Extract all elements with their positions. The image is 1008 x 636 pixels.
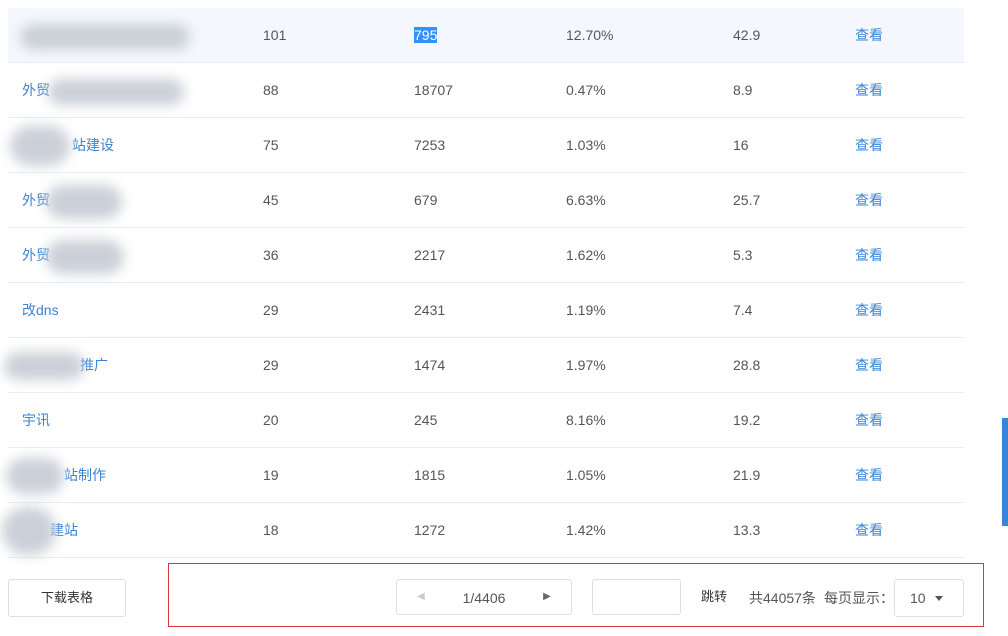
count-cell: 18 <box>263 522 279 538</box>
view-link[interactable]: 查看 <box>855 503 883 558</box>
average-cell: 8.9 <box>733 82 753 98</box>
count-cell: 36 <box>263 247 279 263</box>
visits-cell: 679 <box>414 192 438 208</box>
data-table: 101 795 12.70% 42.9 查看 外贸 88 18707 0.47%… <box>2 8 964 558</box>
table-row: 改dns 29 2431 1.19% 7.4 查看 <box>8 283 964 338</box>
blurred-keyword <box>20 24 190 50</box>
jump-button[interactable]: 跳转 <box>701 579 727 615</box>
count-cell: 19 <box>263 467 279 483</box>
visits-cell: 7253 <box>414 137 446 153</box>
table-row: 宇讯 20 245 8.16% 19.2 查看 <box>8 393 964 448</box>
keyword-link[interactable]: 宇讯 <box>22 393 50 448</box>
download-table-button[interactable]: 下载表格 <box>8 579 126 617</box>
ratio-cell: 1.42% <box>566 522 606 538</box>
blurred-keyword <box>10 126 70 166</box>
keyword-link[interactable]: 推广 <box>80 338 108 393</box>
table-row: 101 795 12.70% 42.9 查看 <box>8 8 964 63</box>
average-cell: 5.3 <box>733 247 753 263</box>
blurred-keyword <box>4 352 84 380</box>
view-link[interactable]: 查看 <box>855 173 883 228</box>
ratio-cell: 1.03% <box>566 137 606 153</box>
ratio-cell: 6.63% <box>566 192 606 208</box>
per-page-value: 10 <box>910 590 926 606</box>
next-page-icon[interactable]: ▶ <box>535 580 559 614</box>
average-cell: 13.3 <box>733 522 761 538</box>
count-cell: 88 <box>263 82 279 98</box>
pagination: 1/4406 ◀ ▶ <box>396 579 572 615</box>
visits-cell: 2431 <box>414 302 446 318</box>
view-link[interactable]: 查看 <box>855 118 883 173</box>
count-cell: 29 <box>263 357 279 373</box>
count-cell: 29 <box>263 302 279 318</box>
visits-cell: 1272 <box>414 522 446 538</box>
table-row: 建站 18 1272 1.42% 13.3 查看 <box>2 503 964 558</box>
ratio-cell: 0.47% <box>566 82 606 98</box>
visits-cell: 1815 <box>414 467 446 483</box>
total-count: 共44057条 <box>749 590 816 606</box>
blurred-keyword <box>46 185 122 219</box>
view-link[interactable]: 查看 <box>855 283 883 338</box>
count-cell: 75 <box>263 137 279 153</box>
prev-page-icon[interactable]: ◀ <box>409 580 433 614</box>
table-row: 外贸 45 679 6.63% 25.7 查看 <box>8 173 964 228</box>
average-cell: 42.9 <box>733 27 761 43</box>
visits-cell: 795 <box>414 8 438 63</box>
average-cell: 25.7 <box>733 192 761 208</box>
keyword-link[interactable]: 外贸 <box>22 63 50 118</box>
ratio-cell: 12.70% <box>566 27 614 43</box>
keyword-link[interactable]: 站建设 <box>72 118 114 173</box>
table-row: 推广 29 1474 1.97% 28.8 查看 <box>4 338 964 393</box>
table-row: 站制作 19 1815 1.05% 21.9 查看 <box>6 448 964 503</box>
table-row: 外贸 36 2217 1.62% 5.3 查看 <box>8 228 964 283</box>
average-cell: 16 <box>733 137 749 153</box>
ratio-cell: 1.97% <box>566 357 606 373</box>
selected-text: 795 <box>414 27 438 43</box>
view-link[interactable]: 查看 <box>855 338 883 393</box>
visits-cell: 2217 <box>414 247 446 263</box>
table-row: 站建设 75 7253 1.03% 16 查看 <box>8 118 964 173</box>
count-cell: 101 <box>263 27 287 43</box>
count-cell: 20 <box>263 412 279 428</box>
average-cell: 21.9 <box>733 467 761 483</box>
ratio-cell: 1.62% <box>566 247 606 263</box>
ratio-cell: 1.19% <box>566 302 606 318</box>
view-link[interactable]: 查看 <box>855 448 883 503</box>
view-link[interactable]: 查看 <box>855 8 883 63</box>
average-cell: 28.8 <box>733 357 761 373</box>
blurred-keyword <box>6 458 64 494</box>
blurred-keyword <box>2 507 56 555</box>
per-page-label: 每页显示： <box>824 590 894 606</box>
blurred-keyword <box>46 240 124 274</box>
jump-page-input[interactable] <box>592 579 681 615</box>
keyword-link[interactable]: 站制作 <box>64 448 106 503</box>
blurred-keyword <box>48 79 184 105</box>
visits-cell: 245 <box>414 412 438 428</box>
caret-down-icon <box>935 596 943 601</box>
view-link[interactable]: 查看 <box>855 63 883 118</box>
ratio-cell: 8.16% <box>566 412 606 428</box>
side-feedback-tab[interactable] <box>1002 418 1008 526</box>
visits-cell: 1474 <box>414 357 446 373</box>
average-cell: 19.2 <box>733 412 761 428</box>
ratio-cell: 1.05% <box>566 467 606 483</box>
average-cell: 7.4 <box>733 302 753 318</box>
table-row: 外贸 88 18707 0.47% 8.9 查看 <box>8 63 964 118</box>
view-link[interactable]: 查看 <box>855 228 883 283</box>
keyword-link[interactable]: 改dns <box>22 283 59 338</box>
visits-cell: 18707 <box>414 82 453 98</box>
per-page-select[interactable]: 10 <box>894 579 964 617</box>
view-link[interactable]: 查看 <box>855 393 883 448</box>
count-cell: 45 <box>263 192 279 208</box>
